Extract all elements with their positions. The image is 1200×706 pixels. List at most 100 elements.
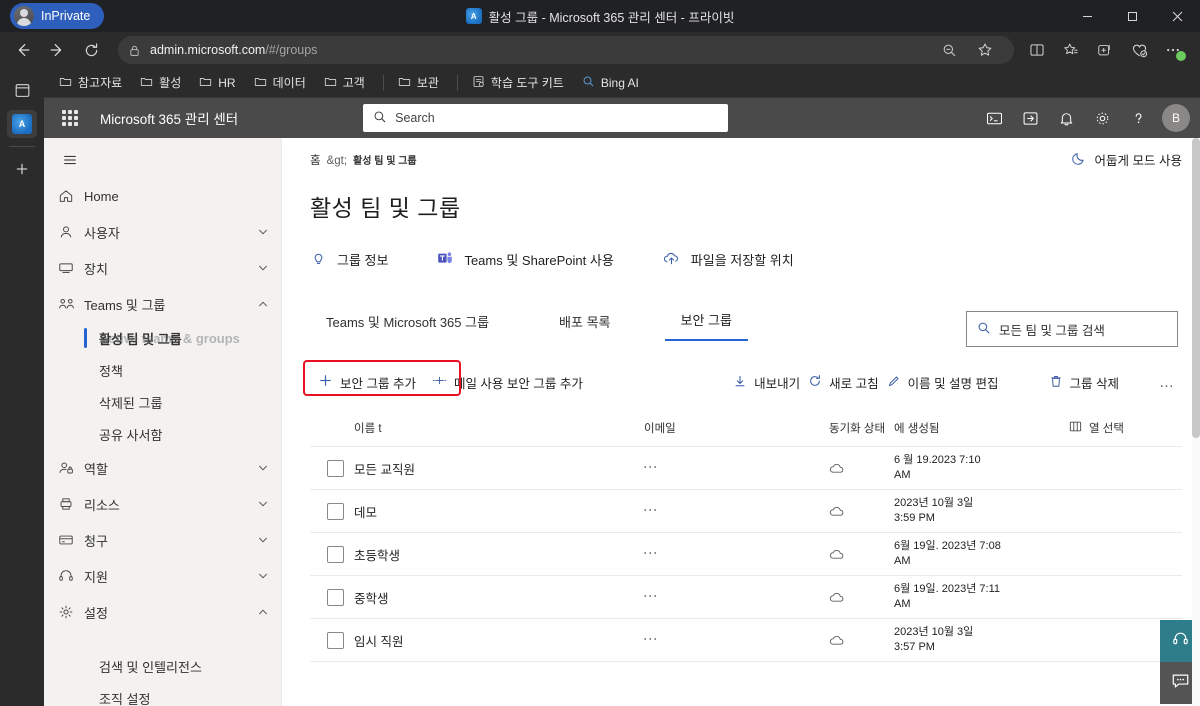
settings-and-more-icon[interactable] xyxy=(1158,36,1188,64)
table-row[interactable]: 초등학생 ⋮ 6월 19일. 2023년 7:08 AM xyxy=(310,533,1182,576)
created-time: AM xyxy=(894,555,911,567)
help-icon[interactable] xyxy=(1122,101,1156,135)
row-actions-icon[interactable]: ⋮ xyxy=(643,632,659,646)
breadcrumb-home-link[interactable]: 홈 xyxy=(310,152,321,168)
column-header-sync-status[interactable]: 동기화 상태 xyxy=(829,420,894,436)
breadcrumb: 홈 &gt; 활성 팀 및 그룹 xyxy=(310,152,417,168)
table-row[interactable]: 데모 ⋮ 2023년 10월 3일 3:59 PM xyxy=(310,490,1182,533)
maximize-button[interactable] xyxy=(1110,0,1155,32)
moon-icon xyxy=(1071,150,1087,169)
browser-essentials-icon[interactable] xyxy=(1124,36,1154,64)
sidebar-item-support[interactable]: 지원 xyxy=(44,558,281,594)
add-sidebar-app-icon[interactable] xyxy=(7,155,37,183)
refresh-button[interactable]: 새로 고침 xyxy=(808,367,886,398)
zoom-out-icon[interactable] xyxy=(934,36,964,64)
more-commands-button[interactable]: … xyxy=(1151,368,1182,397)
add-mail-enabled-security-group-button[interactable]: 메일 사용 보안 그룹 추가 xyxy=(424,367,591,398)
column-header-email[interactable]: 이메일 xyxy=(644,420,829,436)
sidebar-item-search-intelligence[interactable]: 검색 및 인텔리전스 xyxy=(44,650,281,682)
close-button[interactable] xyxy=(1155,0,1200,32)
row-checkbox[interactable] xyxy=(327,459,344,477)
info-link-group-info[interactable]: 그룹 정보 xyxy=(310,249,388,270)
sidebar-item-deleted-groups[interactable]: 삭제된 그룹 xyxy=(44,386,281,418)
sidebar-item-org-settings[interactable]: 조직 설정 xyxy=(44,682,281,706)
minimize-button[interactable] xyxy=(1065,0,1110,32)
bookmark-item[interactable]: 참고자료 xyxy=(52,71,129,94)
gear-icon[interactable] xyxy=(1086,101,1120,135)
tab-distribution-lists[interactable]: 배포 목록 xyxy=(543,304,626,341)
row-checkbox[interactable] xyxy=(327,631,344,649)
dark-mode-icon[interactable] xyxy=(1014,101,1048,135)
table-row[interactable]: 중학생 ⋮ 6월 19일. 2023년 7:11 AM xyxy=(310,576,1182,619)
table-row[interactable]: 임시 직원 ⋮ 2023년 10월 3일 3:57 PM xyxy=(310,619,1182,662)
sidebar-item-settings[interactable]: 설정 xyxy=(44,594,281,630)
bookmark-item[interactable]: 고객 xyxy=(317,71,372,94)
row-actions-icon[interactable]: ⋮ xyxy=(643,460,659,474)
add-tab-group-icon[interactable] xyxy=(1090,36,1120,64)
scrollbar-thumb[interactable] xyxy=(1192,138,1200,438)
tab-teams-m365-groups[interactable]: Teams 및 Microsoft 365 그룹 xyxy=(310,304,505,341)
sidebar-item-active-teams-groups[interactable]: 활성 팀 및 그룹 Active teams & groups xyxy=(44,322,281,354)
page-scrollbar[interactable] xyxy=(1192,138,1200,706)
row-checkbox[interactable] xyxy=(327,545,344,563)
cell-created-on: 6월 19일. 2023년 7:11 AM xyxy=(894,582,1069,612)
search-input[interactable]: 모든 팀 및 그룹 검색 xyxy=(966,311,1178,347)
bookmark-item[interactable]: HR xyxy=(192,72,242,94)
bookmark-item[interactable]: 학습 도구 키트 xyxy=(465,71,571,94)
favorite-star-icon[interactable] xyxy=(970,36,1000,64)
bookmark-item[interactable]: 활성 xyxy=(133,71,188,94)
bookmark-label: 학습 도구 키트 xyxy=(490,76,564,90)
row-actions-icon[interactable]: ⋮ xyxy=(643,503,659,517)
split-screen-icon[interactable] xyxy=(1022,36,1052,64)
command-label: 이름 및 설명 편집 xyxy=(907,376,999,391)
sidebar-item-teams-and-groups[interactable]: Teams 및 그룹 xyxy=(44,286,281,322)
row-checkbox-cell xyxy=(310,459,354,477)
sidebar-item-devices[interactable]: 장치 xyxy=(44,250,281,286)
address-bar[interactable]: admin.microsoft.com/#/groups xyxy=(118,36,1014,64)
dark-mode-label: 어둡게 모드 사용 xyxy=(1094,154,1182,168)
edit-name-description-button[interactable]: 이름 및 설명 편집 xyxy=(887,367,1007,398)
cell-name: 모든 교직원 xyxy=(354,462,415,477)
sidebar-item-roles[interactable]: 역할 xyxy=(44,450,281,486)
column-picker-button[interactable]: 열 선택 xyxy=(1069,420,1182,436)
table-row[interactable]: 모든 교직원 ⋮ 6 월 19.2023 7:10 AM xyxy=(310,447,1182,490)
bookmark-item[interactable]: Bing AI xyxy=(575,72,646,94)
row-checkbox[interactable] xyxy=(327,588,344,606)
bookmark-item[interactable]: 데이터 xyxy=(247,71,313,94)
back-button[interactable] xyxy=(8,36,38,64)
column-header-name[interactable]: 이름 t xyxy=(354,420,644,436)
tab-actions-icon[interactable] xyxy=(7,76,37,104)
sidebar-item-billing[interactable]: 청구 xyxy=(44,522,281,558)
export-button[interactable]: 내보내기 xyxy=(725,367,808,398)
sidebar-item-users[interactable]: 사용자 xyxy=(44,214,281,250)
collections-icon[interactable] xyxy=(1056,36,1086,64)
app-launcher-button[interactable] xyxy=(54,102,86,134)
tab-security-groups[interactable]: 보안 그룹 xyxy=(664,302,748,341)
column-header-created-on[interactable]: 에 생성됨 xyxy=(894,420,1069,436)
cell-sync-status xyxy=(829,591,894,603)
info-link-file-storage[interactable]: 파일을 저장할 위치 xyxy=(662,249,794,270)
suite-search-box[interactable]: Search xyxy=(363,104,729,132)
info-link-teams-sharepoint[interactable]: Teams 및 SharePoint 사용 xyxy=(436,249,614,270)
cloud-icon xyxy=(829,505,894,517)
row-actions-icon[interactable]: ⋮ xyxy=(643,589,659,603)
dark-mode-toggle[interactable]: 어둡게 모드 사용 xyxy=(1071,150,1182,169)
sidebar-item-resources[interactable]: 리소스 xyxy=(44,486,281,522)
inprivate-indicator[interactable]: InPrivate xyxy=(10,3,105,29)
bookmark-item[interactable]: 보관 xyxy=(391,71,446,94)
m365-app-icon[interactable]: A xyxy=(7,110,37,138)
sidebar-item-shared-mailboxes[interactable]: 공유 사서함 xyxy=(44,418,281,450)
add-security-group-button[interactable]: 보안 그룹 추가 xyxy=(310,367,424,398)
console-icon[interactable] xyxy=(978,101,1012,135)
sidebar-item-home[interactable]: Home xyxy=(44,178,281,214)
cell-created-on: 2023년 10월 3일 3:57 PM xyxy=(894,625,1069,655)
row-actions-icon[interactable]: ⋮ xyxy=(643,546,659,560)
nav-collapse-button[interactable] xyxy=(48,142,92,178)
refresh-button[interactable] xyxy=(76,36,106,64)
avatar[interactable]: B xyxy=(1161,104,1190,132)
sidebar-item-policies[interactable]: 정책 xyxy=(44,354,281,386)
delete-group-button[interactable]: 그룹 삭제 xyxy=(1041,367,1127,398)
notifications-bell-icon[interactable] xyxy=(1050,101,1084,135)
forward-button[interactable] xyxy=(42,36,72,64)
row-checkbox[interactable] xyxy=(327,502,344,520)
